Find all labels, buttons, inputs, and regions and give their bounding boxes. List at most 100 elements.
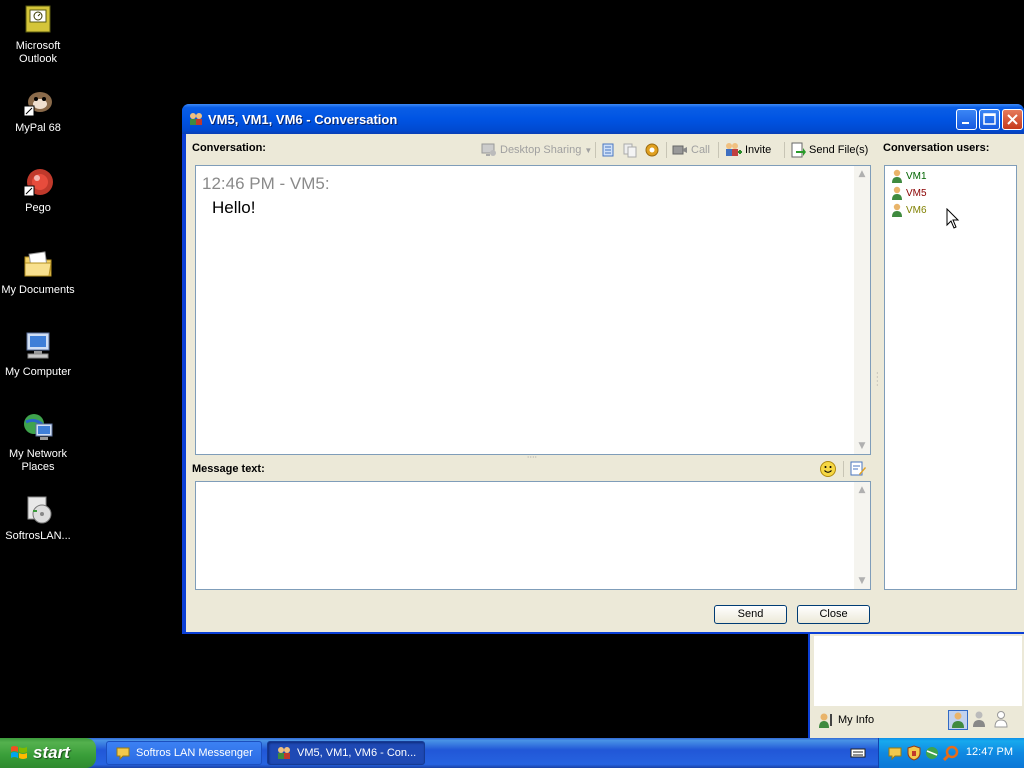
conversation-window: VM5, VM1, VM6 - Conversation Conversatio… (182, 104, 1024, 634)
minimize-icon (962, 122, 969, 124)
user-icon (892, 203, 902, 217)
message-input[interactable]: ▲ ▼ (195, 481, 871, 590)
emoticon-button[interactable] (819, 460, 837, 478)
keyboard-icon[interactable] (850, 747, 866, 759)
desktop-icon-pego[interactable]: Pego (0, 166, 76, 215)
messenger-tray-icon[interactable] (887, 745, 903, 761)
user-offline-icon (994, 711, 1008, 728)
desktop-icon-label: My Computer (4, 366, 72, 378)
windows-logo-icon (11, 746, 27, 759)
user-item-vm5[interactable]: VM5 (891, 185, 927, 201)
call-label: Call (691, 144, 710, 156)
desktop-icon-mypal[interactable]: MyPal 68 (0, 86, 76, 135)
pego-icon (22, 166, 54, 198)
settings-button[interactable] (644, 142, 660, 158)
gear-icon (645, 143, 659, 157)
splitter-grip[interactable]: ···· (524, 454, 540, 462)
desktop-icon-my-network-places[interactable]: My Network Places (0, 412, 76, 474)
desktop-icon-outlook[interactable]: Microsoft Outlook (0, 4, 76, 66)
scroll-down-icon[interactable]: ▼ (854, 438, 870, 454)
desktop-icon-label: My Documents (1, 284, 75, 296)
desktop-icon-label: My Network Places (8, 448, 68, 473)
security-shield-icon[interactable] (906, 745, 922, 761)
toolbar-separator (843, 461, 844, 477)
user-name: VM6 (906, 204, 927, 216)
status-online-button[interactable] (948, 710, 968, 730)
scroll-up-icon[interactable]: ▲ (854, 482, 870, 498)
user-online-icon (952, 712, 964, 728)
desktop-icon-label: MyPal 68 (15, 122, 61, 134)
network-tray-icon[interactable] (924, 745, 940, 761)
message-input-scrollbar[interactable]: ▲ ▼ (854, 482, 870, 589)
scroll-down-icon[interactable]: ▼ (854, 573, 870, 589)
my-info-button[interactable]: My Info (818, 710, 874, 730)
status-offline-button[interactable] (992, 710, 1012, 730)
start-label: start (33, 743, 70, 762)
chevron-down-icon: ▼ (584, 145, 593, 155)
toolbar-separator (718, 142, 719, 158)
format-button[interactable] (849, 460, 867, 478)
task-conversation[interactable]: VM5, VM1, VM6 - Con... (267, 741, 425, 765)
maximize-button[interactable] (979, 109, 1000, 130)
message-text: Hello! (212, 198, 256, 217)
network-icon (22, 412, 54, 444)
send-file-icon (791, 142, 806, 158)
user-name: VM1 (906, 170, 927, 182)
minimize-button[interactable] (956, 109, 977, 130)
desktop-icon-label: Microsoft Outlook (15, 40, 61, 65)
smiley-icon (820, 461, 836, 477)
task-label: Softros LAN Messenger (136, 747, 253, 759)
conversation-scrollbar[interactable]: ▲ ▼ (854, 166, 870, 454)
desktop-sharing-label: Desktop Sharing (500, 144, 582, 156)
chat-bubble-icon (116, 747, 130, 761)
user-item-vm6[interactable]: VM6 (891, 202, 927, 218)
conversation-history[interactable]: 12:46 PM - VM5: Hello! ▲ ▼ (195, 165, 871, 455)
folder-icon (22, 248, 54, 280)
close-icon (1007, 114, 1018, 125)
scroll-up-icon[interactable]: ▲ (854, 166, 870, 182)
maximize-icon (983, 113, 996, 125)
close-button[interactable]: Close (797, 605, 870, 624)
close-window-button[interactable] (1002, 109, 1023, 130)
video-camera-icon (672, 145, 687, 155)
user-icon (892, 169, 902, 183)
messenger-main-window: My Info (808, 634, 1024, 738)
system-tray: 12:47 PM (878, 738, 1024, 768)
user-icon (892, 186, 902, 200)
mouse-cursor-icon (946, 207, 960, 230)
task-softros-messenger[interactable]: Softros LAN Messenger (106, 741, 262, 765)
toolbar-separator (784, 142, 785, 158)
installer-icon (22, 494, 54, 526)
send-button[interactable]: Send (714, 605, 787, 624)
user-name: VM5 (906, 187, 927, 199)
desktop-sharing-button[interactable]: Desktop Sharing ▼ (481, 142, 592, 158)
send-files-button[interactable]: Send File(s) (790, 142, 868, 158)
call-button[interactable]: Call (672, 142, 710, 158)
start-button[interactable]: start (0, 738, 96, 768)
window-client: Conversation: Desktop Sharing ▼ Call Inv… (186, 134, 1024, 632)
vertical-splitter-grip[interactable]: · · · · (876, 370, 880, 390)
history-button[interactable] (600, 142, 616, 158)
send-files-label: Send File(s) (809, 144, 869, 156)
task-label: VM5, VM1, VM6 - Con... (297, 747, 417, 759)
users-icon (188, 112, 204, 126)
desktop-icon-softros[interactable]: SoftrosLAN... (0, 494, 76, 543)
users-icon (278, 747, 290, 759)
desktop-icon-my-documents[interactable]: My Documents (0, 248, 76, 297)
message-text-label: Message text: (192, 463, 265, 475)
desktop-icon-label: SoftrosLAN... (5, 530, 71, 542)
copy-icon (623, 143, 637, 158)
invite-button[interactable]: Invite (724, 142, 771, 158)
status-away-button[interactable] (970, 710, 990, 730)
clock[interactable]: 12:47 PM (966, 746, 1013, 758)
user-item-vm1[interactable]: VM1 (891, 168, 927, 184)
conversation-label: Conversation: (192, 142, 266, 154)
conversation-users-label: Conversation users: (883, 142, 990, 154)
message-header: 12:46 PM - VM5: (202, 174, 330, 193)
copy-button[interactable] (622, 142, 638, 158)
window-title: VM5, VM1, VM6 - Conversation (208, 112, 398, 127)
contact-list-area[interactable] (814, 636, 1022, 706)
desktop-icon-my-computer[interactable]: My Computer (0, 330, 76, 379)
search-tray-icon[interactable] (942, 745, 959, 762)
title-bar[interactable]: VM5, VM1, VM6 - Conversation (182, 104, 1024, 134)
